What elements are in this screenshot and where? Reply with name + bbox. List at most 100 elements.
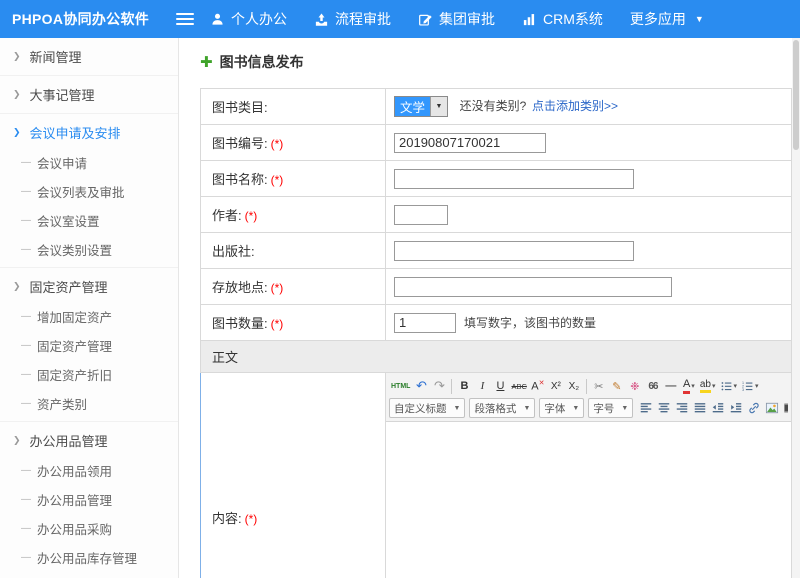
- redo-icon[interactable]: ↷: [430, 376, 448, 396]
- nav-item-personal-office[interactable]: 个人办公: [210, 9, 287, 29]
- chevron-down-icon: ▼: [572, 405, 579, 412]
- sidebar-group-meeting-management: ❯会议申请及安排—会议申请—会议列表及审批 — 会议室设置 —会议类别设置: [0, 114, 178, 268]
- cut-icon[interactable]: ✂: [590, 376, 608, 396]
- image-icon[interactable]: [763, 398, 781, 418]
- dash-icon: —: [21, 523, 31, 534]
- sidebar-item-asset-category[interactable]: —资产类别: [0, 389, 178, 418]
- sidebar-item-memorabilia-management[interactable]: ❯大事记管理: [0, 79, 178, 110]
- format-painter-icon[interactable]: ✎: [608, 376, 626, 396]
- content-label: 内容:: [212, 511, 242, 526]
- sidebar-group-memorabilia-management: ❯大事记管理: [0, 76, 178, 114]
- scrollbar-thumb[interactable]: [793, 40, 799, 150]
- chevron-down-icon[interactable]: ▼: [430, 97, 447, 116]
- chevron-down-icon: ▾: [712, 382, 716, 390]
- unordered-list-icon[interactable]: ▾: [718, 376, 740, 396]
- ordered-list-icon[interactable]: 123▾: [739, 376, 761, 396]
- dash-icon: —: [21, 215, 31, 226]
- outdent-icon[interactable]: [709, 398, 727, 418]
- book-quantity-input[interactable]: [394, 313, 456, 333]
- font-color-icon[interactable]: A▾: [680, 376, 698, 396]
- sidebar-item-meeting-room-settings[interactable]: — 会议室设置: [0, 206, 178, 235]
- sidebar-item-label: 固定资产折旧: [37, 365, 112, 384]
- sidebar-item-supplies-requisition[interactable]: —办公用品领用: [0, 456, 178, 485]
- book-name-label: 图书名称:: [212, 172, 268, 187]
- form-row-book-name: 图书名称:(*): [201, 161, 792, 197]
- link-icon[interactable]: [745, 398, 763, 418]
- align-right-icon: [675, 401, 689, 415]
- book-name-input[interactable]: [394, 169, 634, 189]
- align-right-icon[interactable]: [673, 398, 691, 418]
- sidebar-item-supplies-inventory[interactable]: —办公用品库存管理: [0, 543, 178, 572]
- align-left-icon[interactable]: [637, 398, 655, 418]
- remove-format-icon[interactable]: A✕: [529, 376, 547, 396]
- nav-item-group-approval[interactable]: 集团审批: [418, 9, 495, 29]
- sidebar-item-meeting-list-approval[interactable]: —会议列表及审批: [0, 177, 178, 206]
- align-justify-icon[interactable]: [691, 398, 709, 418]
- vertical-scrollbar[interactable]: [792, 38, 800, 578]
- paragraph-format-select[interactable]: 段落格式▼: [469, 398, 535, 418]
- section-title: 正文: [201, 341, 792, 373]
- sidebar-item-fixed-asset-management[interactable]: — 固定资产管理: [0, 331, 178, 360]
- horizontal-rule-icon[interactable]: —: [662, 376, 680, 396]
- subscript-icon[interactable]: X₂: [565, 376, 583, 396]
- publisher-input[interactable]: [394, 241, 634, 261]
- author-input[interactable]: [394, 205, 448, 225]
- media-icon[interactable]: [781, 398, 788, 418]
- book-number-input[interactable]: [394, 133, 546, 153]
- dash-icon: —: [21, 340, 31, 351]
- chevron-down-icon: ▼: [621, 405, 628, 412]
- editor-content-area[interactable]: [386, 422, 791, 578]
- blockquote-icon[interactable]: 66: [644, 376, 662, 396]
- nav-item-label: 更多应用: [630, 9, 686, 29]
- superscript-icon[interactable]: X²: [547, 376, 565, 396]
- undo-icon[interactable]: ↶: [412, 376, 430, 396]
- strikethrough-icon[interactable]: ABC: [509, 376, 528, 396]
- special-char-icon[interactable]: ❉: [626, 376, 644, 396]
- author-label: 作者:: [212, 208, 242, 223]
- sidebar-item-supplies-management[interactable]: — 办公用品管理: [0, 485, 178, 514]
- sidebar-item-fixed-assets-management[interactable]: ❯固定资产管理: [0, 271, 178, 302]
- sidebar-item-label: 会议室设置: [37, 211, 100, 230]
- storage-location-input[interactable]: [394, 277, 672, 297]
- add-icon: ✚: [200, 53, 213, 71]
- font-size-select[interactable]: 字号▼: [588, 398, 633, 418]
- form-row-publisher: 出版社:: [201, 233, 792, 269]
- sidebar-item-meeting-apply[interactable]: —会议申请: [0, 148, 178, 177]
- html-source-icon[interactable]: HTML: [389, 376, 412, 396]
- form-row-book-number: 图书编号:(*): [201, 125, 792, 161]
- bold-icon[interactable]: B: [455, 376, 473, 396]
- sidebar-item-label: 办公用品管理: [37, 490, 112, 509]
- outdent-icon: [711, 401, 725, 415]
- menu-icon[interactable]: [176, 13, 194, 26]
- add-category-link[interactable]: 点击添加类别>>: [532, 99, 618, 113]
- sidebar-item-meeting-management[interactable]: ❯会议申请及安排: [0, 117, 178, 148]
- dash-icon: —: [21, 157, 31, 168]
- sidebar-item-supplies-purchase[interactable]: —办公用品采购: [0, 514, 178, 543]
- sidebar-item-fixed-asset-depreciation[interactable]: —固定资产折旧: [0, 360, 178, 389]
- sidebar: ❯新闻管理 ❯大事记管理 ❯会议申请及安排—会议申请—会议列表及审批 — 会议室设置 —会…: [0, 38, 179, 578]
- category-select[interactable]: 文学 ▼: [394, 96, 448, 117]
- sidebar-item-label: 固定资产管理: [37, 336, 112, 355]
- editor-toolbar-row2: 自定义标题▼段落格式▼字体▼字号▼: [389, 397, 788, 419]
- editor-toolbar-row1: HTML↶↷BIUABCA✕X²X₂✂✎❉66—A▾ab▾▾123▾: [389, 375, 788, 397]
- dash-icon: —: [21, 465, 31, 476]
- sidebar-item-approval-permission-settings[interactable]: —审批权限设置: [0, 572, 178, 578]
- sidebar-item-meeting-category-settings[interactable]: —会议类别设置: [0, 235, 178, 264]
- font-family-select[interactable]: 字体▼: [539, 398, 584, 418]
- sidebar-item-office-supplies-management[interactable]: ❯办公用品管理: [0, 425, 178, 456]
- nav-item-more-apps[interactable]: 更多应用▼: [630, 9, 704, 29]
- sidebar-item-add-fixed-asset[interactable]: —增加固定资产: [0, 302, 178, 331]
- nav-item-crm-system[interactable]: CRM系统: [522, 9, 603, 29]
- heading-style-select[interactable]: 自定义标题▼: [389, 398, 465, 418]
- indent-icon[interactable]: [727, 398, 745, 418]
- underline-icon[interactable]: U: [491, 376, 509, 396]
- top-nav: 个人办公 流程审批 集团审批 CRM系统 更多应用▼: [210, 9, 731, 29]
- nav-item-label: CRM系统: [543, 9, 603, 29]
- align-center-icon[interactable]: [655, 398, 673, 418]
- highlight-color-icon[interactable]: ab▾: [698, 376, 718, 396]
- form-row-content: 内容:(*) HTML↶↷BIUABCA✕X²X₂✂✎❉66—A▾ab▾▾123…: [201, 373, 792, 578]
- nav-item-process-approval[interactable]: 流程审批: [314, 9, 391, 29]
- sidebar-item-news-management[interactable]: ❯新闻管理: [0, 41, 178, 72]
- dash-icon: —: [21, 494, 31, 505]
- italic-icon[interactable]: I: [473, 376, 491, 396]
